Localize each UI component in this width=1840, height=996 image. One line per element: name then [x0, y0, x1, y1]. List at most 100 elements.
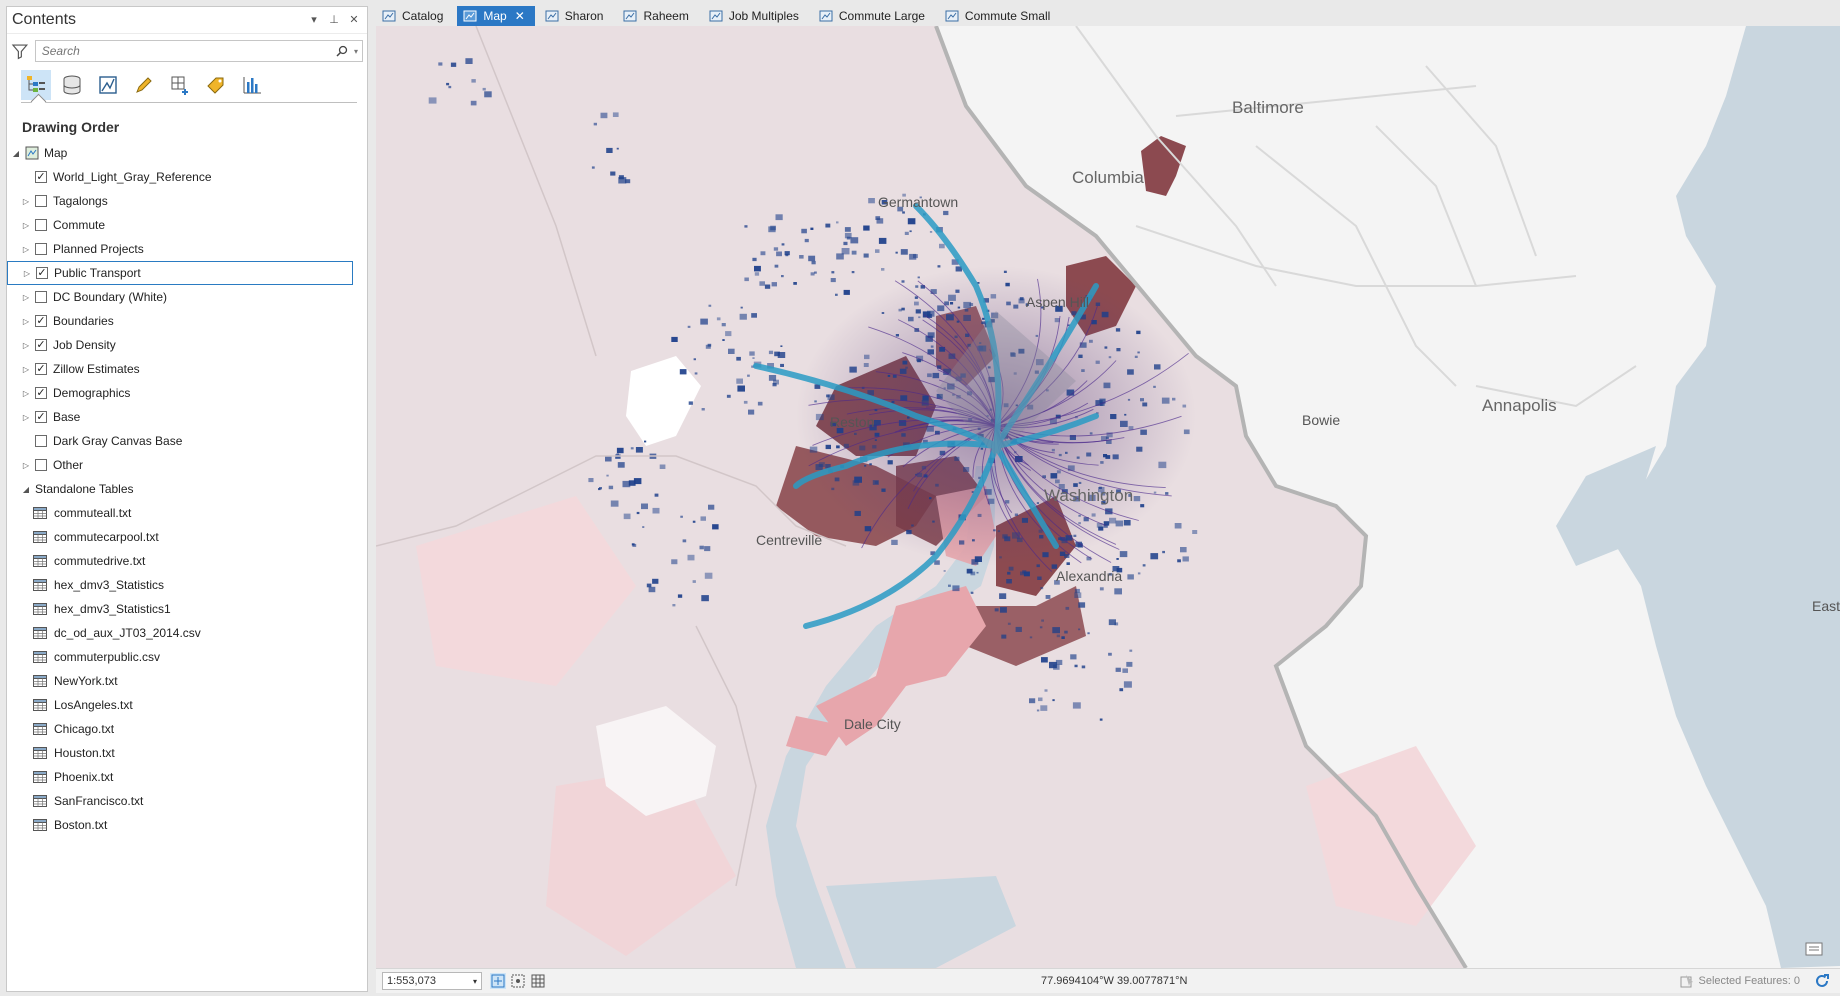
list-by-charts-icon[interactable]: [237, 70, 267, 100]
collapse-arrow-icon[interactable]: ◢: [21, 484, 31, 494]
layer-visibility-checkbox[interactable]: ✓: [36, 267, 48, 279]
filter-icon[interactable]: [11, 42, 29, 60]
map-label-dale-city: Dale City: [844, 716, 901, 732]
layer-item[interactable]: ▷ DC Boundary (White): [7, 285, 367, 309]
expand-arrow-icon[interactable]: ▷: [21, 388, 31, 398]
density-dot: [679, 369, 687, 375]
standalone-table-item[interactable]: commuterpublic.csv: [7, 645, 367, 669]
standalone-table-item[interactable]: hex_dmv3_Statistics1: [7, 597, 367, 621]
layer-item[interactable]: ▷ ✓ Base: [7, 405, 367, 429]
grid-icon[interactable]: [530, 973, 546, 989]
expand-arrow-icon[interactable]: ▷: [21, 412, 31, 422]
standalone-table-item[interactable]: SanFrancisco.txt: [7, 789, 367, 813]
layer-visibility-checkbox[interactable]: ✓: [35, 411, 47, 423]
pane-options-dropdown[interactable]: ▾: [307, 13, 321, 27]
standalone-table-item[interactable]: commutedrive.txt: [7, 549, 367, 573]
pin-icon[interactable]: ⊥: [327, 13, 341, 27]
list-by-editing-icon[interactable]: [129, 70, 159, 100]
tab-job-multiples[interactable]: Job Multiples: [703, 6, 809, 26]
close-pane-icon[interactable]: ✕: [347, 13, 361, 27]
layer-item[interactable]: ▷ Tagalongs: [7, 189, 367, 213]
tab-commute-large[interactable]: Commute Large: [813, 6, 935, 26]
map-label-east: East: [1812, 598, 1840, 614]
expand-arrow-icon[interactable]: ▷: [21, 244, 31, 254]
expand-arrow-icon[interactable]: ▷: [21, 316, 31, 326]
search-icon[interactable]: [336, 45, 348, 57]
density-dot: [1162, 550, 1165, 554]
density-dot: [892, 374, 897, 378]
tab-sharon[interactable]: Sharon: [539, 6, 614, 26]
expand-arrow-icon[interactable]: ▷: [21, 364, 31, 374]
standalone-table-item[interactable]: Houston.txt: [7, 741, 367, 765]
layer-visibility-checkbox[interactable]: ✓: [35, 315, 47, 327]
tree-item-map[interactable]: ◢ Map: [7, 141, 367, 165]
layer-visibility-checkbox[interactable]: [35, 435, 47, 447]
table-label: commutecarpool.txt: [54, 530, 159, 544]
standalone-table-item[interactable]: Phoenix.txt: [7, 765, 367, 789]
density-dot: [728, 348, 735, 354]
density-dot: [682, 539, 687, 543]
layer-item[interactable]: ▷ Other: [7, 453, 367, 477]
layer-item[interactable]: ▷ ✓ Demographics: [7, 381, 367, 405]
snapping-icon[interactable]: [510, 973, 526, 989]
refresh-icon[interactable]: [1814, 973, 1830, 989]
expand-arrow-icon[interactable]: ▷: [21, 460, 31, 470]
search-box[interactable]: ▾: [34, 40, 363, 62]
search-options-chevron-icon[interactable]: ▾: [354, 47, 358, 56]
layer-visibility-checkbox[interactable]: ✓: [35, 339, 47, 351]
search-input[interactable]: [39, 43, 336, 59]
layer-visibility-checkbox[interactable]: ✓: [35, 387, 47, 399]
layer-item[interactable]: ✓ World_Light_Gray_Reference: [7, 165, 367, 189]
expand-arrow-icon[interactable]: ▷: [22, 268, 32, 278]
collapse-arrow-icon[interactable]: ◢: [11, 148, 21, 158]
expand-arrow-icon[interactable]: ▷: [21, 292, 31, 302]
layer-visibility-checkbox[interactable]: [35, 195, 47, 207]
tab-map[interactable]: Map ✕: [457, 6, 535, 26]
attribution-icon[interactable]: [1804, 940, 1826, 960]
density-dot: [482, 87, 486, 91]
tab-raheem[interactable]: Raheem: [617, 6, 698, 26]
layer-item[interactable]: Dark Gray Canvas Base: [7, 429, 367, 453]
density-dot: [636, 511, 640, 515]
list-by-data-source-icon[interactable]: [57, 70, 87, 100]
standalone-table-item[interactable]: hex_dmv3_Statistics: [7, 573, 367, 597]
tree-item-standalone-tables[interactable]: ◢ Standalone Tables: [7, 477, 367, 501]
density-dot: [993, 529, 996, 532]
standalone-table-item[interactable]: dc_od_aux_JT03_2014.csv: [7, 621, 367, 645]
density-dot: [618, 175, 624, 180]
layer-item[interactable]: ▷ ✓ Zillow Estimates: [7, 357, 367, 381]
layer-visibility-checkbox[interactable]: ✓: [35, 363, 47, 375]
standalone-table-item[interactable]: commutecarpool.txt: [7, 525, 367, 549]
list-by-snapping-icon[interactable]: [165, 70, 195, 100]
layer-visibility-checkbox[interactable]: [35, 291, 47, 303]
map-view[interactable]: Baltimore Columbia Germantown Aspen Hill…: [376, 26, 1840, 968]
layer-visibility-checkbox[interactable]: [35, 459, 47, 471]
expand-arrow-icon[interactable]: ▷: [21, 340, 31, 350]
layer-visibility-checkbox[interactable]: ✓: [35, 171, 47, 183]
density-dot: [1140, 429, 1147, 435]
layer-visibility-checkbox[interactable]: [35, 219, 47, 231]
expand-arrow-icon[interactable]: ▷: [21, 196, 31, 206]
tab-catalog[interactable]: Catalog: [376, 6, 453, 26]
layer-item[interactable]: ▷ ✓ Job Density: [7, 333, 367, 357]
standalone-table-item[interactable]: Boston.txt: [7, 813, 367, 837]
standalone-table-item[interactable]: LosAngeles.txt: [7, 693, 367, 717]
expand-arrow-icon[interactable]: ▷: [21, 220, 31, 230]
scale-selector[interactable]: 1:553,073 ▾: [382, 972, 482, 990]
layer-item[interactable]: ▷ ✓ Boundaries: [7, 309, 367, 333]
list-by-labeling-icon[interactable]: [201, 70, 231, 100]
density-dot: [1099, 587, 1104, 591]
list-by-selection-icon[interactable]: [93, 70, 123, 100]
density-dot: [1127, 369, 1134, 375]
layer-item[interactable]: ▷ Planned Projects: [7, 237, 367, 261]
standalone-table-item[interactable]: commuteall.txt: [7, 501, 367, 525]
chevron-down-icon[interactable]: ▾: [473, 977, 477, 986]
layer-item[interactable]: ▷ ✓ Public Transport: [7, 261, 353, 285]
tab-commute-small[interactable]: Commute Small: [939, 6, 1060, 26]
fixed-zoom-icon[interactable]: [490, 973, 506, 989]
layer-visibility-checkbox[interactable]: [35, 243, 47, 255]
close-tab-icon[interactable]: ✕: [515, 9, 525, 23]
standalone-table-item[interactable]: NewYork.txt: [7, 669, 367, 693]
standalone-table-item[interactable]: Chicago.txt: [7, 717, 367, 741]
layer-item[interactable]: ▷ Commute: [7, 213, 367, 237]
